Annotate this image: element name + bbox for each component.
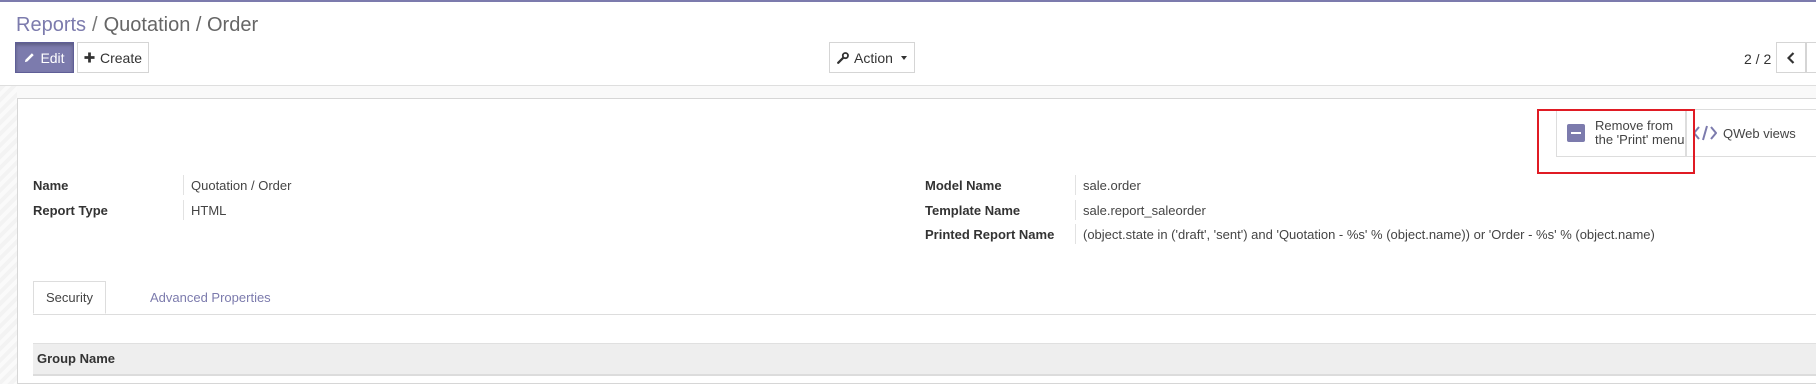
create-button-label: Create [99,49,143,66]
breadcrumb: Reports / Quotation / Order [16,14,258,37]
group-name-column-header[interactable]: Group Name [37,351,115,366]
report-type-label: Report Type [33,203,108,218]
tab-security-label: Security [46,290,93,305]
name-value: Quotation / Order [191,178,292,193]
printed-report-name-value: (object.state in ('draft', 'sent') and '… [1083,227,1655,242]
tab-advanced-properties[interactable]: Advanced Properties [138,281,283,314]
notebook-tabs: Security Advanced Properties [33,281,1816,315]
remove-from-print-menu-button[interactable]: Remove from the 'Print' menu [1556,109,1686,157]
field-divider [1075,200,1076,220]
pencil-icon [25,53,35,63]
action-button-label: Action [854,49,893,66]
report-type-value: HTML [191,203,227,218]
plus-icon [84,52,95,63]
chevron-left-icon [1787,51,1795,64]
name-label: Name [33,178,69,193]
sheet-background [0,86,17,384]
pager-next-button[interactable] [1806,42,1816,73]
qweb-views-button[interactable]: QWeb views [1686,109,1816,157]
control-panel: Reports / Quotation / Order Edit Create Ac… [0,2,1816,86]
breadcrumb-current: Quotation / Order [103,14,259,36]
edit-button[interactable]: Edit [15,42,74,73]
breadcrumb-reports-link[interactable]: Reports [16,14,86,36]
qweb-views-label: QWeb views [1723,125,1796,141]
field-divider [183,200,184,220]
group-table-header: Group Name [33,343,1816,376]
action-dropdown-button[interactable]: Action [829,42,915,73]
printed-report-name-label: Printed Report Name [925,227,1055,242]
remove-label-line1: Remove from [1595,118,1674,133]
template-name-value: sale.report_saleorder [1083,203,1206,218]
wrench-icon [837,51,849,64]
field-divider [183,175,184,195]
breadcrumb-separator: / [92,14,98,36]
caret-down-icon [900,55,907,60]
create-button[interactable]: Create [77,42,149,73]
field-divider [1075,224,1076,244]
tab-advanced-properties-label: Advanced Properties [150,290,271,305]
edit-button-label: Edit [40,49,65,66]
code-icon [1693,125,1717,141]
template-name-label: Template Name [925,203,1021,218]
tab-security[interactable]: Security [33,281,106,314]
field-divider [1075,175,1076,195]
pager-value: 2 / 2 [1744,51,1772,67]
model-name-value: sale.order [1083,178,1141,193]
remove-label-line2: the 'Print' menu [1595,132,1685,147]
pager-previous-button[interactable] [1776,42,1806,73]
model-name-label: Model Name [925,178,1002,193]
minus-square-icon [1567,124,1585,142]
